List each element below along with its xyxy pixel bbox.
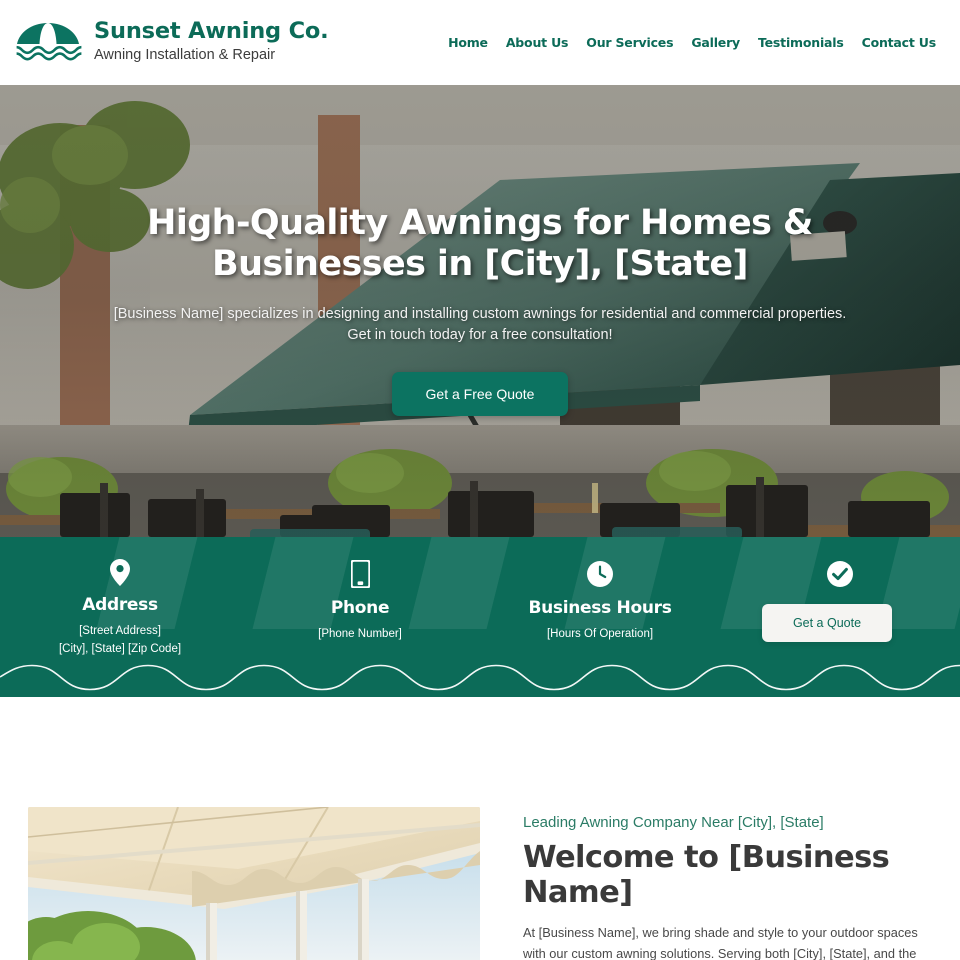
- awning-umbrella-icon: [16, 22, 82, 61]
- info-cell-address: Address [Street Address] [City], [State]…: [0, 537, 240, 655]
- nav-item-about-us[interactable]: About Us: [506, 35, 569, 50]
- info-cell-phone: Phone [Phone Number]: [240, 537, 480, 655]
- get-a-free-quote-button[interactable]: Get a Free Quote: [391, 371, 569, 416]
- welcome-copy: Leading Awning Company Near [City], [Sta…: [523, 807, 936, 960]
- address-line-1: [Street Address]: [79, 625, 161, 637]
- info-cell-business-hours: Business Hours [Hours Of Operation]: [480, 537, 720, 655]
- mobile-phone-icon: [350, 559, 370, 589]
- site-header: Sunset Awning Co. Awning Installation & …: [0, 0, 960, 85]
- brand-tagline: Awning Installation & Repair: [94, 47, 276, 64]
- nav-item-testimonials[interactable]: Testimonials: [758, 35, 844, 50]
- info-title-phone: Phone: [330, 598, 390, 618]
- info-title-address: Address: [82, 595, 158, 615]
- address-line-2: [City], [State] [Zip Code]: [58, 643, 182, 656]
- hours-line-1: [Hours Of Operation]: [546, 628, 654, 640]
- nav-item-contact-us[interactable]: Contact Us: [862, 35, 937, 50]
- scalloped-awning-edge: [0, 663, 960, 693]
- hero-title: High-Quality Awnings for Homes & Busines…: [100, 203, 860, 286]
- get-a-quote-button[interactable]: Get a Quote: [762, 604, 892, 642]
- hero-title-line-1: High-Quality Awnings for Homes &: [147, 203, 813, 243]
- welcome-body-text: At [Business Name], we bring shade and s…: [523, 925, 918, 960]
- info-lines-phone: [Phone Number]: [318, 625, 402, 643]
- info-lines-business-hours: [Hours Of Operation]: [547, 625, 653, 643]
- nav-item-our-services[interactable]: Our Services: [586, 35, 673, 50]
- primary-navigation: Home About Us Our Services Gallery Testi…: [448, 35, 936, 50]
- page-root: Sunset Awning Co. Awning Installation & …: [0, 0, 960, 960]
- welcome-eyebrow: Leading Awning Company Near [City], [Sta…: [523, 814, 824, 831]
- info-title-business-hours: Business Hours: [528, 598, 672, 618]
- brand-text: Sunset Awning Co. Awning Installation & …: [94, 19, 329, 65]
- welcome-title: Welcome to [Business Name]: [523, 839, 890, 910]
- map-pin-icon: [110, 559, 130, 586]
- info-lines-address: [Street Address] [City], [State] [Zip Co…: [59, 622, 181, 659]
- hero-content: High-Quality Awnings for Homes & Busines…: [0, 203, 960, 416]
- clock-icon: [587, 559, 613, 589]
- brand-logo[interactable]: Sunset Awning Co. Awning Installation & …: [14, 19, 329, 65]
- nav-item-gallery[interactable]: Gallery: [691, 35, 740, 50]
- phone-line-1: [Phone Number]: [318, 628, 402, 640]
- nav-item-home[interactable]: Home: [448, 35, 488, 50]
- hero-subtitle: [Business Name] specializes in designing…: [113, 305, 847, 343]
- welcome-image: [28, 807, 480, 960]
- hero-section: High-Quality Awnings for Homes & Busines…: [0, 85, 960, 537]
- welcome-inner: Leading Awning Company Near [City], [Sta…: [0, 697, 960, 960]
- welcome-section: Leading Awning Company Near [City], [Sta…: [0, 697, 960, 960]
- retractable-awning-photo: [28, 807, 480, 960]
- hero-title-line-2: Businesses in [City], [State]: [212, 244, 749, 285]
- check-circle-icon: [827, 559, 853, 589]
- brand-name: Sunset Awning Co.: [94, 18, 329, 45]
